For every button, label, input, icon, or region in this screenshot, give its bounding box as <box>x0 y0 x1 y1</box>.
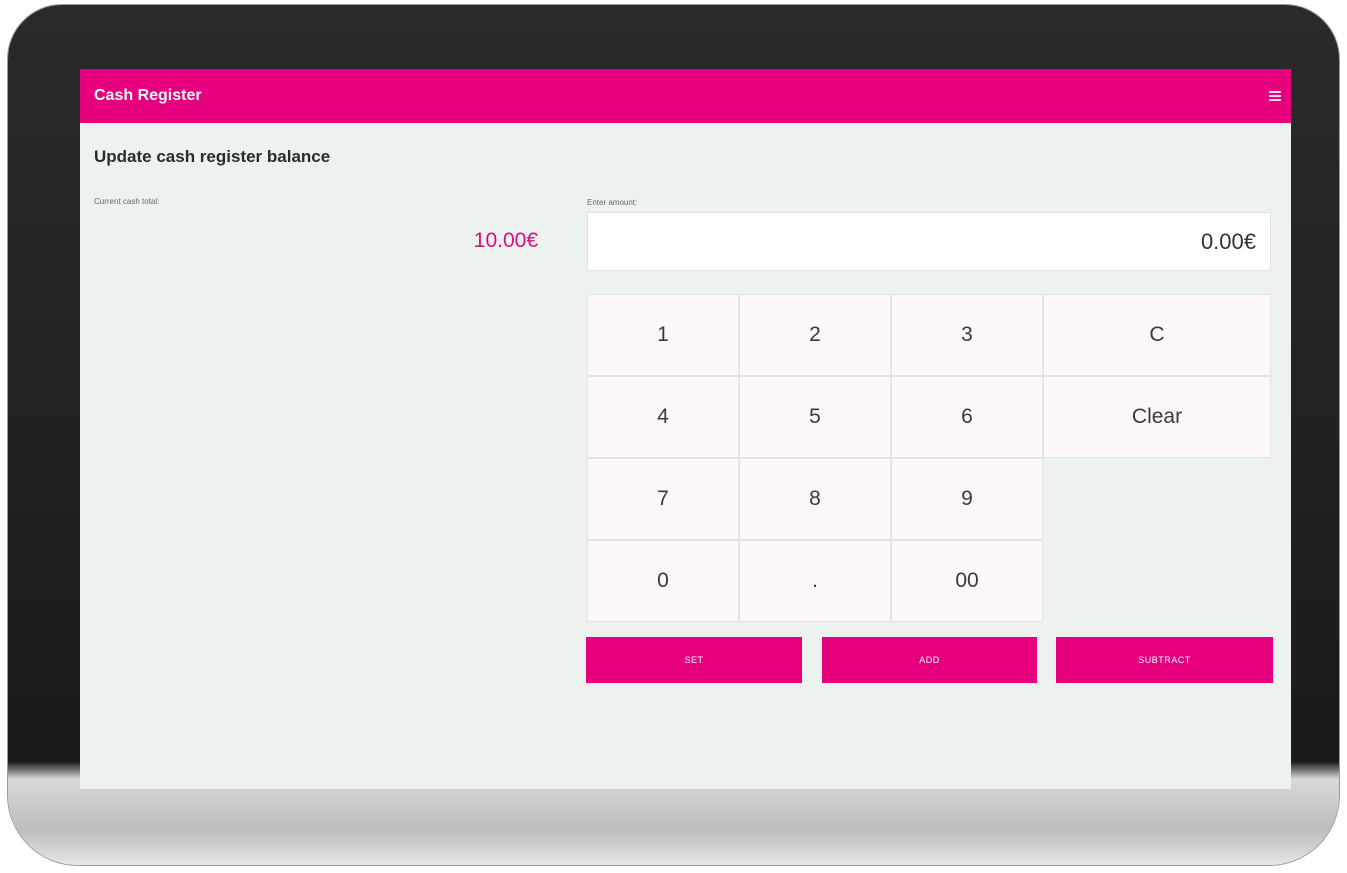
app-screen: Cash Register Update cash register balan… <box>80 69 1291 789</box>
current-total-label: Current cash total: <box>94 197 160 206</box>
key-6[interactable]: 6 <box>891 376 1043 458</box>
key-3[interactable]: 3 <box>891 294 1043 376</box>
top-app-bar: Cash Register <box>80 69 1291 123</box>
tablet-frame: Cash Register Update cash register balan… <box>8 5 1339 865</box>
subtract-button[interactable]: SUBTRACT <box>1056 637 1273 683</box>
key-decimal[interactable]: . <box>739 540 891 622</box>
key-0[interactable]: 0 <box>587 540 739 622</box>
current-total-value: 10.00€ <box>473 229 538 252</box>
key-2[interactable]: 2 <box>739 294 891 376</box>
page-title: Update cash register balance <box>94 147 331 166</box>
key-clear[interactable]: Clear <box>1043 376 1271 458</box>
app-title: Cash Register <box>94 87 202 104</box>
amount-label: Enter amount: <box>587 198 638 207</box>
key-8[interactable]: 8 <box>739 458 891 540</box>
key-7[interactable]: 7 <box>587 458 739 540</box>
set-button[interactable]: SET <box>586 637 802 683</box>
key-double-zero[interactable]: 00 <box>891 540 1043 622</box>
key-c[interactable]: C <box>1043 294 1271 376</box>
add-button[interactable]: ADD <box>822 637 1037 683</box>
menu-icon[interactable] <box>1269 91 1281 101</box>
key-4[interactable]: 4 <box>587 376 739 458</box>
key-1[interactable]: 1 <box>587 294 739 376</box>
amount-input[interactable]: 0.00€ <box>587 212 1271 271</box>
key-9[interactable]: 9 <box>891 458 1043 540</box>
key-5[interactable]: 5 <box>739 376 891 458</box>
